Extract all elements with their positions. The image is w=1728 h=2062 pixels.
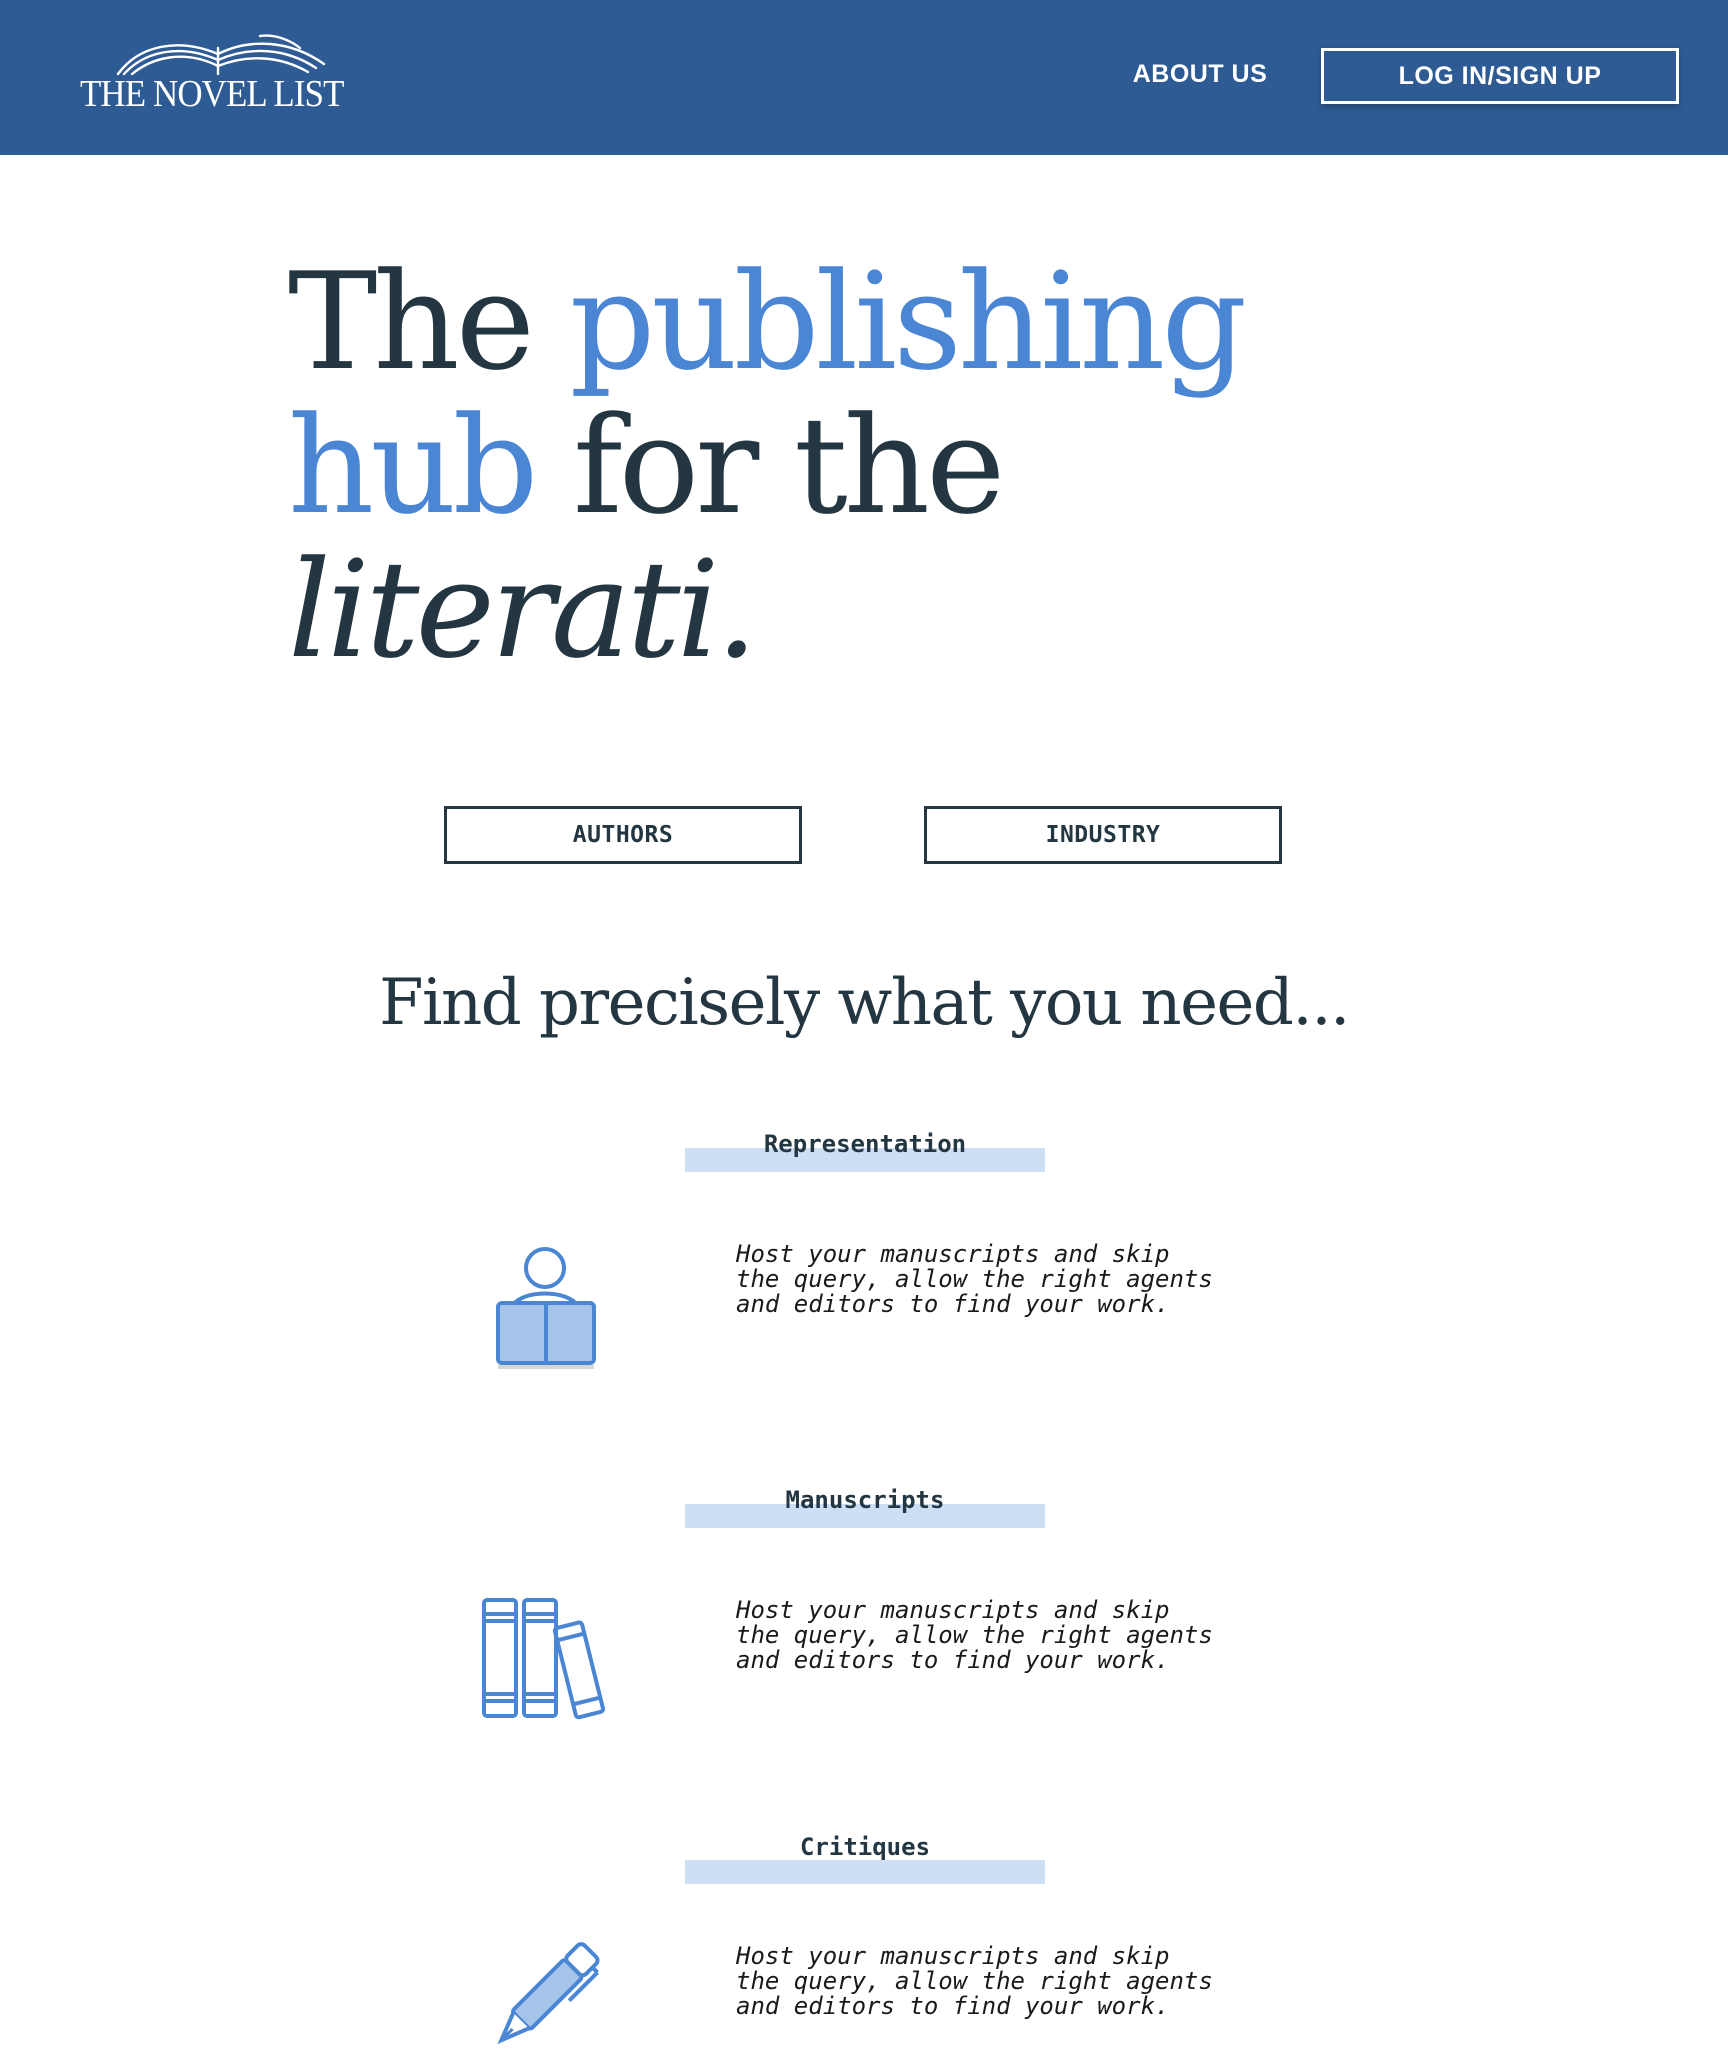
hero-word-publishing: publishing	[569, 244, 1248, 400]
logo[interactable]: THE NOVEL LIST	[80, 34, 344, 115]
hero-line-2: hub for the	[288, 394, 1288, 538]
hero-word-the: The	[288, 244, 570, 400]
feature-label-highlight	[685, 1860, 1045, 1884]
pen-icon	[497, 1942, 600, 2045]
feature-description-representation: Host your manuscripts and skip the query…	[736, 1240, 1213, 1318]
feature-description-critiques: Host your manuscripts and skip the query…	[736, 1942, 1213, 2020]
features-heading: Find precisely what you need...	[379, 966, 1350, 1040]
hero-line-3: literati.	[288, 532, 758, 688]
authors-button[interactable]: AUTHORS	[444, 806, 802, 864]
hero-headline: The publishing hub for the literati.	[288, 250, 1288, 682]
login-signup-button[interactable]: LOG IN/SIGN UP	[1321, 48, 1679, 104]
logo-wordmark: THE NOVEL LIST	[80, 73, 344, 115]
feature-description-manuscripts: Host your manuscripts and skip the query…	[736, 1596, 1213, 1674]
hero-line-1: The publishing	[288, 250, 1288, 394]
nav-about-us-link[interactable]: ABOUT US	[1120, 60, 1280, 89]
industry-button[interactable]: INDUSTRY	[924, 806, 1282, 864]
feature-title-representation: Representation	[763, 1130, 967, 1158]
reader-book-icon	[496, 1247, 596, 1369]
feature-title-critiques: Critiques	[799, 1833, 931, 1861]
hero-words-for-the: for the	[534, 388, 1005, 544]
feature-title-manuscripts: Manuscripts	[785, 1486, 945, 1514]
books-icon	[482, 1598, 606, 1720]
hero-word-hub: hub	[288, 388, 538, 544]
site-header: THE NOVEL LIST ABOUT US LOG IN/SIGN UP	[0, 0, 1728, 155]
